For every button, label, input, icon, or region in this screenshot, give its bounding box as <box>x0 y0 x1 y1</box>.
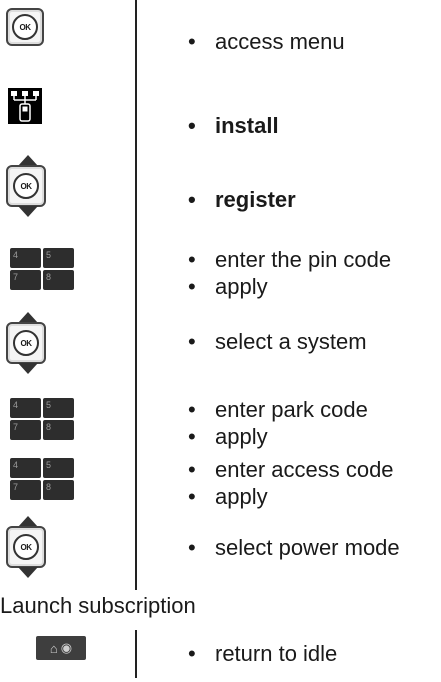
network-install-icon[interactable] <box>8 88 42 124</box>
step-list: return to idle <box>188 640 337 667</box>
ok-button-icon[interactable]: OK <box>6 8 44 46</box>
ok-navigation-icon[interactable]: OK <box>6 516 50 578</box>
step-text: apply <box>188 483 394 510</box>
step-text: apply <box>188 273 391 300</box>
step-list: install <box>188 112 279 139</box>
step-text: return to idle <box>188 640 337 667</box>
step-text: install <box>188 112 279 139</box>
step-text: enter park code <box>188 396 368 423</box>
step-power-mode: OK select power mode <box>0 510 441 586</box>
step-text: access menu <box>188 28 345 55</box>
step-select-system: OK select a system <box>0 308 441 382</box>
step-access-code: 4 5 7 8 enter access code apply <box>0 450 441 510</box>
step-text: register <box>188 186 296 213</box>
step-list: register <box>188 186 296 213</box>
step-list: access menu <box>188 28 345 55</box>
step-text: select power mode <box>188 534 400 561</box>
step-install: install <box>0 70 441 140</box>
home-icon: ⌂ <box>49 640 58 656</box>
keypad-icon[interactable]: 4 5 7 8 <box>10 398 74 440</box>
step-list: enter park code apply <box>188 396 368 450</box>
section-title: Launch subscription <box>0 593 196 618</box>
step-park-code: 4 5 7 8 enter park code apply <box>0 388 441 450</box>
ok-navigation-icon[interactable]: OK <box>6 312 50 374</box>
step-text: enter the pin code <box>188 246 391 273</box>
step-register: OK register <box>0 150 441 226</box>
lock-icon: ◉ <box>60 640 73 655</box>
step-text: select a system <box>188 328 367 355</box>
keypad-icon[interactable]: 4 5 7 8 <box>10 248 74 290</box>
ok-navigation-icon[interactable]: OK <box>6 155 50 217</box>
step-list: select power mode <box>188 534 400 561</box>
home-button-icon[interactable]: ⌂ ◉ <box>36 636 86 660</box>
step-text: apply <box>188 423 368 450</box>
step-text: enter access code <box>188 456 394 483</box>
step-pin-code: 4 5 7 8 enter the pin code apply <box>0 238 441 300</box>
step-return-idle: ⌂◉ return to idle <box>0 630 441 680</box>
step-list: enter the pin code apply <box>188 246 391 300</box>
keypad-icon[interactable]: 4 5 7 8 <box>10 458 74 500</box>
step-list: select a system <box>188 328 367 355</box>
step-list: enter access code apply <box>188 456 394 510</box>
step-access-menu: OK access menu <box>0 0 441 70</box>
